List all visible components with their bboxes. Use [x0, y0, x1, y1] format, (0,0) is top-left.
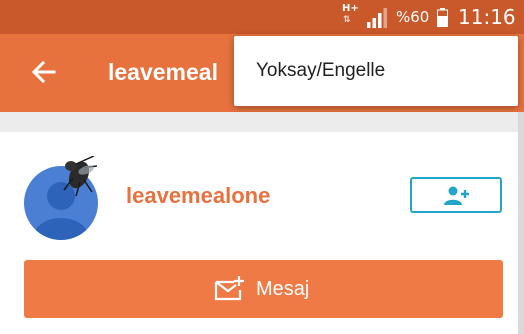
- battery-percentage: %60: [396, 8, 430, 26]
- clock: 11:16: [458, 5, 516, 29]
- battery-icon: [437, 8, 448, 27]
- overflow-menu: Yoksay/Engelle: [234, 36, 518, 106]
- add-friend-button[interactable]: [410, 177, 502, 213]
- avatar[interactable]: [24, 156, 98, 240]
- page-title: leavemeal: [108, 59, 218, 85]
- network-type: H+ ⇅: [342, 3, 359, 26]
- data-activity-icon: ⇅: [343, 15, 351, 25]
- scroll-edge: [518, 112, 524, 334]
- divider: [0, 112, 524, 132]
- mail-add-icon: [214, 276, 244, 301]
- status-bar: H+ ⇅ %60 11:16: [0, 0, 524, 34]
- network-type-label: H+: [342, 3, 359, 14]
- back-arrow-icon[interactable]: [28, 56, 60, 88]
- message-button[interactable]: Mesaj: [24, 260, 503, 318]
- signal-icon: [367, 8, 387, 28]
- person-add-icon: [444, 186, 469, 205]
- profile-card: leavemealone Mesaj: [0, 132, 524, 334]
- menu-item-ignore-block[interactable]: Yoksay/Engelle: [234, 36, 518, 106]
- profile-username: leavemealone: [126, 183, 271, 208]
- message-button-label: Mesaj: [256, 278, 310, 300]
